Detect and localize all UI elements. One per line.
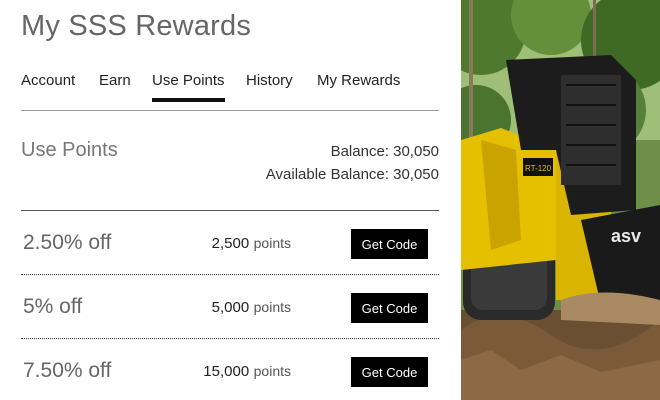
reward-row: 2.50% off 2,500 points Get Code — [21, 211, 439, 275]
reward-row: 7.50% off 15,000 points Get Code — [21, 339, 439, 400]
reward-points-unit: points — [253, 363, 291, 379]
reward-points: 5,000 points — [212, 275, 291, 340]
section-title: Use Points — [21, 139, 118, 161]
reward-points: 2,500 points — [212, 211, 291, 276]
reward-discount: 7.50% off — [23, 359, 112, 382]
machine-model-badge: RT-120 — [525, 164, 552, 173]
reward-discount: 5% off — [23, 295, 83, 318]
available-balance-label: Available Balance: 30,050 — [265, 166, 439, 183]
brand-mark: asv — [611, 226, 641, 246]
reward-points: 15,000 points — [203, 339, 291, 400]
track-loader-image: RT-120 asv — [461, 0, 660, 400]
reward-points-unit: points — [253, 235, 291, 251]
get-code-button[interactable]: Get Code — [351, 229, 428, 259]
reward-points-value: 5,000 — [211, 299, 250, 316]
balance-label: Balance: 30,050 — [330, 143, 439, 160]
tab-use-points[interactable]: Use Points — [152, 72, 225, 102]
get-code-button[interactable]: Get Code — [351, 293, 428, 323]
reward-points-value: 2,500 — [211, 235, 250, 252]
reward-points-value: 15,000 — [203, 363, 250, 380]
promo-photo: RT-120 asv — [461, 0, 660, 400]
tab-history[interactable]: History — [246, 72, 293, 89]
reward-points-unit: points — [253, 299, 291, 315]
page-title: My SSS Rewards — [21, 10, 252, 42]
tab-earn[interactable]: Earn — [99, 72, 131, 89]
tab-my-rewards[interactable]: My Rewards — [317, 72, 400, 89]
rewards-panel: My SSS Rewards Account Earn Use Points H… — [0, 0, 461, 400]
tab-account[interactable]: Account — [21, 72, 75, 89]
tabs-divider — [21, 110, 439, 111]
reward-row: 5% off 5,000 points Get Code — [21, 275, 439, 339]
get-code-button[interactable]: Get Code — [351, 357, 428, 387]
reward-discount: 2.50% off — [23, 231, 112, 254]
